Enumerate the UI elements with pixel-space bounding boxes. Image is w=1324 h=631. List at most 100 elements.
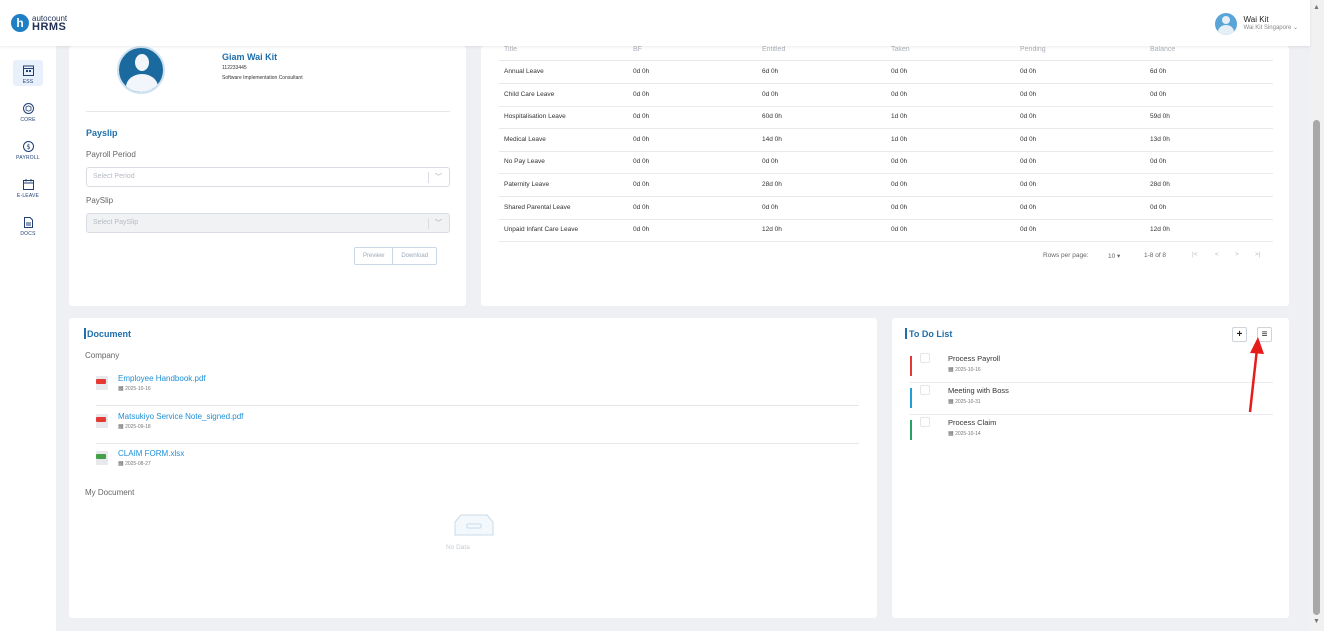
calendar-icon: ▦ xyxy=(118,424,124,430)
cell-taken: 0d 0h xyxy=(891,226,908,234)
calendar-icon: ▦ xyxy=(948,399,954,405)
cube-icon xyxy=(20,100,36,116)
svg-text:$: $ xyxy=(26,143,30,151)
cell-taken: 0d 0h xyxy=(891,203,908,211)
cell-bf: 0d 0h xyxy=(633,226,650,234)
table-row: Hospitalisation Leave 0d 0h 60d 0h 1d 0h 0d … xyxy=(499,106,1273,130)
col-header-balance: Balance xyxy=(1150,46,1176,53)
cell-balance: 0d 0h xyxy=(1150,90,1167,98)
todo-checkbox[interactable] xyxy=(920,417,930,427)
cell-pending: 0d 0h xyxy=(1020,158,1037,166)
sidebar-item-core[interactable]: CORE xyxy=(0,100,56,123)
preview-button[interactable]: Preview xyxy=(355,248,393,264)
col-header-taken: Taken xyxy=(891,46,910,53)
document-link[interactable]: CLAIM FORM.xlsx xyxy=(118,449,184,458)
my-document-label: My Document xyxy=(85,488,135,497)
empty-inbox-icon xyxy=(453,514,495,536)
cell-title: Paternity Leave xyxy=(504,181,550,188)
payslip-label: PaySlip xyxy=(86,196,114,205)
cell-pending: 0d 0h xyxy=(1020,68,1037,75)
list-item[interactable]: Meeting with Boss ▦ 2025-10-31 xyxy=(910,383,1273,415)
col-header-bf: BF xyxy=(633,46,642,53)
last-page-icon[interactable]: >| xyxy=(1255,251,1260,258)
cell-title: Shared Parental Leave xyxy=(504,203,571,211)
first-page-icon[interactable]: |< xyxy=(1192,251,1197,258)
cell-entitled: 12d 0h xyxy=(762,226,782,234)
cell-balance: 0d 0h xyxy=(1150,203,1167,211)
cell-bf: 0d 0h xyxy=(633,90,650,98)
sidebar-item-ess[interactable]: ESS xyxy=(0,60,56,86)
user-menu[interactable]: Wai Kit Wai Kit Singapore ⌄ xyxy=(1214,13,1298,35)
cell-balance: 6d 0h xyxy=(1150,68,1167,75)
todo-card: To Do List + ≡ Process Payroll ▦ 2025-10… xyxy=(892,318,1289,618)
next-page-icon[interactable]: > xyxy=(1235,251,1239,258)
cell-pending: 0d 0h xyxy=(1020,203,1037,211)
table-row: No Pay Leave 0d 0h 0d 0h 0d 0h 0d 0h 0d 0h xyxy=(499,151,1273,175)
cell-bf: 0d 0h xyxy=(633,135,650,143)
chevron-down-icon: ﹀ xyxy=(435,220,442,227)
divider xyxy=(96,443,859,444)
employee-id: 112233445 xyxy=(222,65,247,71)
job-title: Software Implementation Consultant xyxy=(222,75,303,81)
scroll-down-icon[interactable]: ▼ xyxy=(1313,618,1320,625)
cell-balance: 59d 0h xyxy=(1150,113,1170,121)
scroll-up-icon[interactable]: ▲ xyxy=(1313,4,1320,11)
user-name: Wai Kit xyxy=(1243,15,1269,24)
todo-date: ▦ 2025-10-16 xyxy=(948,367,981,373)
sidebar-item-e-leave[interactable]: E-LEAVE xyxy=(0,176,56,199)
avatar xyxy=(1214,13,1237,35)
calendar-icon: ▦ xyxy=(118,386,124,392)
cell-balance: 0d 0h xyxy=(1150,158,1167,166)
pdf-file-icon xyxy=(96,376,108,390)
sidebar-label-docs: DOCS xyxy=(20,231,36,237)
app-logo[interactable]: h autocount HRMS xyxy=(11,14,67,33)
cell-entitled: 0d 0h xyxy=(762,158,779,166)
payroll-period-label: Payroll Period xyxy=(86,150,136,159)
cell-title: Unpaid Infant Care Leave xyxy=(504,226,579,234)
sidebar-label-payroll: PAYROLL xyxy=(16,155,40,161)
cell-title: Annual Leave xyxy=(504,68,544,75)
cell-taken: 1d 0h xyxy=(891,113,908,121)
cell-title: Child Care Leave xyxy=(504,90,555,98)
todo-text: Process Payroll xyxy=(948,354,1001,363)
cell-taken: 0d 0h xyxy=(891,158,908,166)
scrollbar-thumb[interactable] xyxy=(1313,120,1320,615)
document-link[interactable]: Employee Handbook.pdf xyxy=(118,374,206,383)
document-link[interactable]: Matsukiyo Service Note_signed.pdf xyxy=(118,412,243,421)
list-item[interactable]: Process Claim ▦ 2025-10-14 xyxy=(910,415,1273,447)
cell-taken: 0d 0h xyxy=(891,90,908,98)
sidebar-item-payroll[interactable]: $ PAYROLL xyxy=(0,138,56,161)
payroll-period-select[interactable]: Select Period ﹀ xyxy=(86,167,450,187)
list-item[interactable]: Process Payroll ▦ 2025-10-16 xyxy=(910,351,1273,383)
cell-pending: 0d 0h xyxy=(1020,90,1037,98)
col-header-entitled: Entitled xyxy=(762,46,786,53)
sidebar-item-docs[interactable]: DOCS xyxy=(0,214,56,237)
document-title: Document xyxy=(87,329,132,339)
payslip-select[interactable]: Select PaySlip ﹀ xyxy=(86,213,450,233)
calendar-icon: ▦ xyxy=(948,431,954,437)
todo-text: Meeting with Boss xyxy=(948,386,1009,395)
company-label: Company xyxy=(85,351,120,360)
select-separator xyxy=(428,218,429,229)
cell-entitled: 14d 0h xyxy=(762,135,782,143)
document-date: ▦ 2025-09-18 xyxy=(118,424,151,430)
cell-balance: 28d 0h xyxy=(1150,181,1170,188)
prev-page-icon[interactable]: < xyxy=(1215,251,1219,258)
payroll-period-placeholder: Select Period xyxy=(93,173,135,180)
payslip-title: Payslip xyxy=(86,128,118,138)
title-accent-bar xyxy=(905,328,907,339)
sidebar-label-core: CORE xyxy=(20,117,36,123)
table-row: Medical Leave 0d 0h 14d 0h 1d 0h 0d 0h 13d 0h xyxy=(499,129,1273,152)
todo-checkbox[interactable] xyxy=(920,385,930,395)
caret-down-icon: ▾ xyxy=(1117,253,1121,260)
rows-per-page-select[interactable]: 10 ▾ xyxy=(1108,252,1120,260)
cell-pending: 0d 0h xyxy=(1020,135,1037,143)
todo-checkbox[interactable] xyxy=(920,353,930,363)
cell-title: No Pay Leave xyxy=(504,158,545,166)
priority-bar xyxy=(910,388,912,408)
cell-title: Hospitalisation Leave xyxy=(504,113,566,121)
document-icon xyxy=(20,214,36,230)
todo-date: ▦ 2025-10-31 xyxy=(948,399,981,405)
download-button[interactable]: Download xyxy=(392,248,437,264)
calendar-icon xyxy=(20,176,36,192)
